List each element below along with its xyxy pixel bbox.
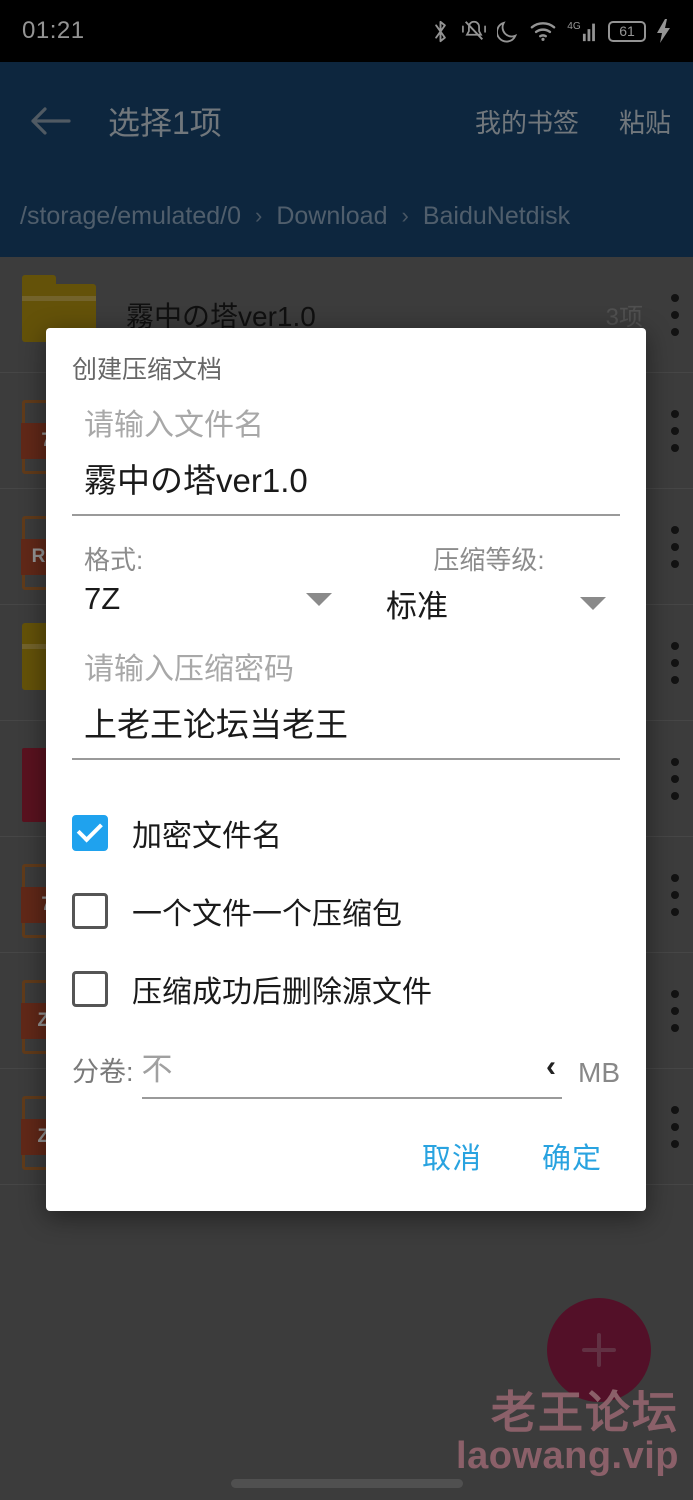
chevron-down-icon — [580, 597, 606, 610]
phone-screen: 01:21 4G 61 选择1项 我的书签 粘贴 /storage/emulat… — [0, 0, 693, 1500]
dialog-actions: 取消 确定 — [72, 1103, 620, 1211]
delete-source-row[interactable]: 压缩成功后删除源文件 — [72, 950, 620, 1028]
split-volume-placeholder: 不 — [141, 1052, 173, 1087]
encrypt-filenames-row[interactable]: 加密文件名 — [72, 794, 620, 872]
password-input[interactable]: 上老王论坛当老王 — [72, 688, 620, 760]
confirm-button[interactable]: 确定 — [542, 1135, 602, 1177]
format-group: 格式: 7Z — [72, 540, 346, 630]
password-field-group: 请输入压缩密码 上老王论坛当老王 — [72, 644, 620, 760]
one-file-per-archive-checkbox[interactable] — [72, 893, 108, 929]
one-file-per-archive-row[interactable]: 一个文件一个压缩包 — [72, 872, 620, 950]
one-file-per-archive-label: 一个文件一个压缩包 — [132, 898, 402, 931]
delete-source-label: 压缩成功后删除源文件 — [132, 976, 432, 1009]
delete-source-checkbox[interactable] — [72, 971, 108, 1007]
password-hint-label: 请输入压缩密码 — [84, 653, 294, 686]
split-volume-unit: MB — [578, 1057, 620, 1088]
encrypt-filenames-label: 加密文件名 — [132, 820, 282, 853]
format-level-row: 格式: 7Z 压缩等级: 标准 — [72, 540, 620, 630]
format-label: 格式: — [84, 545, 144, 575]
level-group: 压缩等级: 标准 — [346, 540, 620, 630]
cancel-button[interactable]: 取消 — [422, 1135, 482, 1177]
chevron-down-icon — [306, 592, 332, 606]
format-value: 7Z — [84, 581, 121, 616]
create-archive-dialog: 创建压缩文档 请输入文件名 霧中の塔ver1.0 格式: 7Z 压缩等级: 标准 — [46, 328, 646, 1211]
format-select[interactable]: 7Z — [72, 577, 346, 621]
split-volume-input[interactable]: 不 ‹ — [141, 1044, 562, 1099]
filename-hint-label: 请输入文件名 — [84, 409, 264, 442]
options-checkbox-group: 加密文件名 一个文件一个压缩包 压缩成功后删除源文件 — [72, 794, 620, 1028]
level-value: 标准 — [386, 589, 448, 624]
dialog-title: 创建压缩文档 — [72, 356, 223, 384]
filename-input[interactable]: 霧中の塔ver1.0 — [72, 444, 620, 516]
chevron-left-icon[interactable]: ‹ — [546, 1050, 562, 1084]
level-select[interactable]: 标准 — [346, 577, 620, 630]
encrypt-filenames-checkbox[interactable] — [72, 815, 108, 851]
split-volume-row: 分卷: 不 ‹ MB — [72, 1044, 620, 1103]
filename-field-group: 请输入文件名 霧中の塔ver1.0 — [72, 400, 620, 516]
level-label: 压缩等级: — [433, 545, 545, 575]
split-volume-label: 分卷: — [72, 1057, 134, 1087]
